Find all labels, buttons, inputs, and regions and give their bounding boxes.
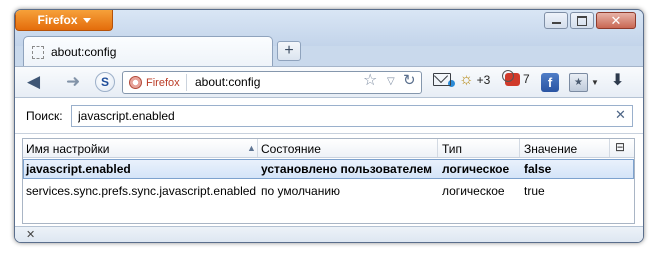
bookmark-star-icon[interactable]: ☆ — [363, 73, 377, 89]
new-tab-button[interactable]: + — [277, 41, 301, 61]
column-header-type[interactable]: Тип — [442, 142, 462, 156]
pref-type-cell: логическое — [442, 184, 505, 198]
downloads-button[interactable]: ⬇ — [611, 73, 624, 89]
firefox-menu-button[interactable]: Firefox — [15, 10, 113, 31]
column-header-status[interactable]: Состояние — [261, 142, 321, 156]
false-icon: f — [541, 73, 559, 92]
identity-box[interactable]: Firefox — [126, 74, 187, 91]
column-divider[interactable] — [437, 139, 438, 157]
table-row[interactable]: services.sync.prefs.sync.javascript.enab… — [23, 181, 634, 201]
download-arrow-icon: ⬇ — [611, 72, 625, 89]
column-divider — [609, 139, 610, 157]
firefox-logo-icon — [129, 76, 142, 89]
sort-ascending-icon: ▲ — [247, 143, 256, 153]
search-row: Поиск: ✕ — [15, 98, 643, 134]
pref-value-cell: false — [524, 162, 552, 176]
bookmarks-menu-button[interactable]: ★ ▼ — [569, 73, 599, 92]
chevron-down-icon: ▼ — [591, 78, 599, 87]
maximize-button[interactable] — [570, 12, 594, 29]
pref-name-cell: javascript.enabled — [26, 162, 131, 176]
column-picker-icon[interactable]: ⊟ — [615, 140, 625, 154]
plus-icon: + — [284, 42, 294, 59]
weather-button[interactable]: ☼ +3 — [459, 72, 490, 88]
javascript-toggle-button[interactable]: f — [541, 73, 559, 92]
mail-icon — [433, 73, 451, 86]
column-header-name[interactable]: Имя настройки — [26, 142, 110, 156]
close-window-button[interactable]: ✕ — [596, 12, 636, 29]
pref-status-cell: установлено пользователем — [261, 162, 433, 176]
bookmarks-icon: ★ — [569, 73, 588, 92]
identity-label: Firefox — [146, 76, 180, 89]
search-input[interactable] — [71, 105, 633, 127]
blank-page-icon — [32, 45, 44, 59]
caret-down-icon — [82, 17, 91, 23]
sync-s-icon[interactable]: S — [95, 72, 115, 92]
close-findbar-icon[interactable]: ✕ — [26, 228, 35, 241]
preferences-table: Имя настройки ▲ Состояние Тип Значение ⊟… — [22, 138, 635, 224]
pref-status-cell: по умолчанию — [261, 184, 341, 198]
clear-search-icon[interactable]: ✕ — [615, 108, 626, 121]
navigation-toolbar: ◀ ➜ S Firefox about:config ☆ ▽ ↻ ☼ +3 7 … — [15, 66, 643, 98]
browser-window: Firefox ✕ about:config + ◀ ➜ S Firefox a… — [14, 9, 644, 243]
comment-icon — [502, 69, 520, 86]
tab-about-config[interactable]: about:config — [23, 36, 273, 67]
url-bar[interactable]: Firefox about:config ☆ ▽ ↻ — [122, 71, 422, 94]
tab-title: about:config — [51, 45, 117, 59]
about-config-page: Поиск: ✕ Имя настройки ▲ Состояние Тип З… — [15, 98, 643, 242]
pref-type-cell: логическое — [442, 162, 510, 176]
sun-icon: ☼ — [459, 71, 474, 88]
pref-value-cell: true — [524, 184, 545, 198]
column-divider[interactable] — [257, 139, 258, 157]
back-arrow-icon[interactable]: ◀ — [27, 73, 40, 90]
close-icon: ✕ — [610, 13, 622, 28]
forward-arrow-icon[interactable]: ➜ — [66, 73, 80, 90]
reload-icon[interactable]: ↻ — [403, 73, 416, 88]
comments-counter: 7 — [523, 72, 530, 86]
maximize-icon — [577, 15, 587, 26]
column-header-value[interactable]: Значение — [524, 142, 577, 156]
search-label: Поиск: — [26, 109, 63, 123]
firefox-menu-label: Firefox — [37, 13, 78, 27]
window-controls: ✕ — [544, 12, 636, 29]
pref-name-cell: services.sync.prefs.sync.javascript.enab… — [26, 184, 257, 198]
minimize-button[interactable] — [544, 12, 568, 29]
table-row[interactable]: javascript.enabled установлено пользоват… — [23, 159, 634, 179]
column-divider[interactable] — [519, 139, 520, 157]
weather-counter: +3 — [476, 73, 491, 87]
history-dropdown-icon[interactable]: ▽ — [387, 76, 395, 87]
mail-button[interactable] — [433, 72, 455, 87]
find-bar: ✕ — [15, 226, 643, 242]
minimize-icon — [551, 22, 561, 24]
comments-button[interactable]: 7 — [502, 69, 530, 86]
table-header: Имя настройки ▲ Состояние Тип Значение ⊟ — [23, 139, 634, 158]
url-text[interactable]: about:config — [195, 75, 260, 89]
